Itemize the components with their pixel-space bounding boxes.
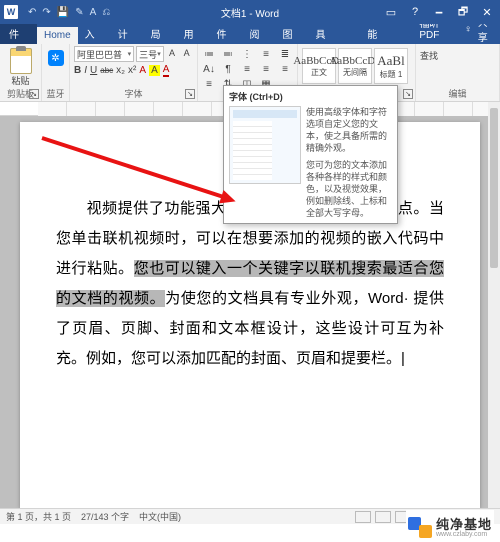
font-color-button[interactable]: A [163, 64, 170, 77]
font-size-combo[interactable]: 三号▾ [136, 46, 164, 62]
status-word-count[interactable]: 27/143 个字 [81, 510, 129, 523]
quick-access-toolbar: ↶ ↷ 💾 ✎ A ⎌ [28, 7, 110, 18]
qat-more-icon[interactable]: ⎌ [102, 7, 110, 18]
watermark-logo-icon [408, 514, 432, 538]
tooltip-title: 字体 (Ctrl+D) [229, 90, 392, 103]
ribbon-tabs: 文件 Home 插入 设计 布局 引用 邮件 审阅 视图 开发工具 特色功能 福… [0, 24, 500, 44]
title-bar: W ↶ ↷ 💾 ✎ A ⎌ 文档1 - Word ▭ ? 🗕 🗗 ✕ [0, 0, 500, 24]
group-bluetooth: ✲ 蓝牙 [42, 44, 70, 101]
bullets-icon[interactable]: ≔ [202, 48, 216, 60]
close-button[interactable]: ✕ [476, 0, 498, 24]
bold-button[interactable]: B [74, 65, 81, 76]
grow-font-icon[interactable]: A [166, 46, 179, 60]
highlight-button[interactable]: A [149, 65, 160, 76]
window-title: 文档1 - Word [221, 5, 279, 20]
status-page[interactable]: 第 1 页，共 1 页 [6, 510, 71, 523]
tab-home[interactable]: Home [37, 27, 78, 44]
align-left-icon[interactable]: ≡ [240, 63, 254, 75]
help-icon[interactable]: ? [404, 0, 426, 24]
watermark-url: www.czlaby.com [436, 531, 492, 538]
italic-button[interactable]: I [84, 65, 87, 76]
vertical-scrollbar[interactable] [488, 102, 500, 508]
clipboard-launcher[interactable]: ↘ [29, 89, 39, 99]
style-heading1[interactable]: AaBl标题 1 [374, 48, 408, 84]
qat-redo-icon[interactable]: ↷ [42, 7, 50, 18]
qat-undo-icon[interactable]: ↶ [28, 7, 36, 18]
status-language[interactable]: 中文(中国) [139, 510, 181, 523]
minimize-button[interactable]: 🗕 [428, 0, 450, 24]
group-editing: 查找 编辑 [416, 44, 500, 101]
text-effects-button[interactable]: A [139, 65, 146, 76]
underline-button[interactable]: U [90, 65, 97, 76]
qat-edit-icon[interactable]: ✎ [75, 7, 83, 18]
tooltip-preview-image [229, 106, 301, 184]
paste-label[interactable]: 粘贴 [4, 74, 37, 87]
strikethrough-button[interactable]: abc [100, 66, 113, 75]
font-dialog-launcher[interactable]: ↘ [185, 89, 195, 99]
show-marks-icon[interactable]: ¶ [221, 63, 235, 75]
qat-font-icon[interactable]: A [90, 7, 97, 18]
watermark: 纯净基地 www.czlaby.com [406, 510, 494, 542]
increase-indent-icon[interactable]: ≣ [278, 48, 292, 60]
scrollbar-thumb[interactable] [490, 108, 498, 268]
font-group-label: 字体 [74, 87, 193, 101]
multilevel-icon[interactable]: ⋮ [240, 48, 254, 60]
font-name-combo[interactable]: 阿里巴巴普▾ [74, 46, 134, 62]
shrink-font-icon[interactable]: A [180, 46, 193, 60]
subscript-button[interactable]: x₂ [116, 65, 125, 76]
justify-icon[interactable]: ≡ [202, 78, 216, 90]
maximize-button[interactable]: 🗗 [452, 0, 474, 24]
decrease-indent-icon[interactable]: ≡ [259, 48, 273, 60]
group-font: 阿里巴巴普▾ 三号▾ A A B I U abc x₂ x² A A A 字体 … [70, 44, 198, 101]
style-no-spacing[interactable]: AaBbCcDd无间隔 [338, 48, 372, 84]
qat-save-icon[interactable]: 💾 [57, 7, 69, 18]
view-print-layout[interactable] [375, 511, 391, 523]
bluetooth-group-label: 蓝牙 [46, 87, 65, 101]
align-center-icon[interactable]: ≡ [259, 63, 273, 75]
paste-icon[interactable] [10, 48, 32, 74]
tooltip-text-1: 使用高级字体和字符选项自定义您的文本，使之具备所需的精确外观。 [306, 106, 392, 155]
tell-me-icon[interactable]: ♀ [464, 24, 472, 35]
bluetooth-icon[interactable]: ✲ [48, 50, 64, 66]
styles-launcher[interactable]: ↘ [403, 89, 413, 99]
superscript-button[interactable]: x² [128, 65, 136, 76]
tooltip-text-2: 您可为您的文本添加各种各样的样式和颜色，以及视觉效果，例如删除线、上标和全部大写… [306, 159, 392, 220]
editing-group-label: 编辑 [420, 87, 495, 101]
view-read-mode[interactable] [355, 511, 371, 523]
word-app-icon: W [4, 5, 18, 19]
sort-icon[interactable]: A↓ [202, 63, 216, 75]
align-right-icon[interactable]: ≡ [278, 63, 292, 75]
numbering-icon[interactable]: ≕ [221, 48, 235, 60]
ribbon-options-icon[interactable]: ▭ [380, 0, 402, 24]
find-button[interactable]: 查找 [420, 49, 495, 62]
font-dialog-tooltip: 字体 (Ctrl+D) 使用高级字体和字符选项自定义您的文本，使之具备所需的精确… [223, 85, 398, 224]
group-clipboard: 粘贴 剪贴板 ↘ [0, 44, 42, 101]
